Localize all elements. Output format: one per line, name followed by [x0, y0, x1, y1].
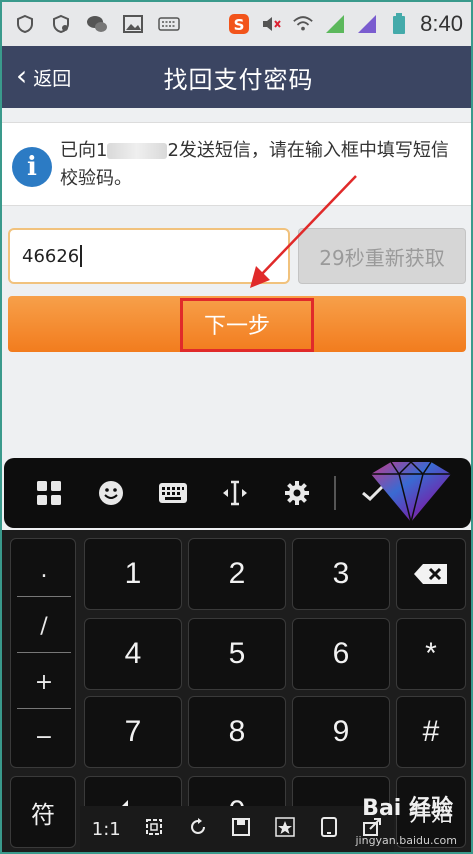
backspace-key[interactable] — [396, 538, 466, 610]
clock: 8:40 — [420, 11, 463, 36]
watermark-logo: Bai 经验 — [362, 796, 453, 821]
emoji-icon[interactable] — [80, 480, 142, 506]
keyboard-icon — [158, 14, 180, 34]
ratio-label[interactable]: 1:1 — [92, 819, 121, 840]
key-3[interactable]: 3 — [292, 538, 390, 610]
save-icon[interactable] — [231, 817, 251, 842]
key-5[interactable]: 5 — [188, 618, 286, 690]
phone-screen: S 8:40 ‹ 返回 找回支付密码 i 已向1 2发送短信，请在输入框中填写短… — [0, 0, 473, 854]
text-caret — [80, 245, 83, 267]
info-text-before: 已向1 — [60, 140, 108, 161]
info-icon: i — [12, 147, 52, 187]
chevron-left-icon: ‹ — [16, 58, 28, 92]
signal-icon — [324, 14, 346, 34]
wifi-icon — [292, 14, 314, 34]
battery-icon — [388, 13, 410, 34]
keyboard-icon[interactable] — [142, 482, 204, 504]
shield-check-icon — [50, 14, 72, 34]
status-bar: S 8:40 — [2, 2, 471, 46]
key-1[interactable]: 1 — [84, 538, 182, 610]
symbol-key-dot[interactable]: . — [17, 545, 71, 597]
key-7[interactable]: 7 — [84, 696, 182, 768]
key-hash[interactable]: # — [396, 696, 466, 768]
symbol-key-minus[interactable]: − — [17, 711, 71, 763]
next-step-label: 下一步 — [203, 314, 270, 339]
key-star[interactable]: * — [396, 618, 466, 690]
back-button[interactable]: ‹ 返回 — [2, 58, 112, 92]
tablet-icon[interactable] — [319, 816, 339, 842]
symbol-switch-key[interactable]: 符 — [10, 776, 76, 848]
symbol-key-slash[interactable]: / — [17, 601, 71, 653]
symbol-column[interactable]: . / + − — [10, 538, 76, 768]
shield-icon — [14, 14, 36, 34]
info-message: 已向1 2发送短信，请在输入框中填写短信校验码。 — [60, 137, 460, 193]
title-bar: ‹ 返回 找回支付密码 — [2, 46, 471, 108]
backspace-icon — [414, 564, 447, 584]
bottom-toolbar: 1:1 — [80, 806, 394, 852]
rotate-icon[interactable] — [188, 817, 208, 842]
info-card: i 已向1 2发送短信，请在输入框中填写短信校验码。 — [2, 122, 471, 206]
keyboard-toolbar — [4, 458, 471, 528]
key-2[interactable]: 2 — [188, 538, 286, 610]
sogou-icon: S — [228, 14, 250, 34]
mute-icon — [260, 14, 282, 34]
main-content: i 已向1 2发送短信，请在输入框中填写短信校验码。 46626 29秒重新获取 … — [2, 108, 471, 458]
signal-icon — [356, 14, 378, 34]
key-9[interactable]: 9 — [292, 696, 390, 768]
key-4[interactable]: 4 — [84, 618, 182, 690]
key-6[interactable]: 6 — [292, 618, 390, 690]
cursor-icon[interactable] — [204, 480, 266, 506]
next-step-button[interactable]: 下一步 — [8, 296, 466, 352]
grid-icon[interactable] — [18, 480, 80, 506]
toolbar-divider — [334, 476, 336, 510]
svg-text:S: S — [234, 16, 245, 34]
resend-code-button[interactable]: 29秒重新获取 — [298, 228, 466, 284]
sms-code-input[interactable]: 46626 — [8, 228, 290, 284]
key-8[interactable]: 8 — [188, 696, 286, 768]
watermark-url: jingyan.baidu.com — [355, 834, 457, 847]
diamond-skin-icon — [371, 460, 451, 523]
back-label: 返回 — [33, 67, 72, 90]
wechat-icon — [86, 14, 108, 34]
crop-icon[interactable] — [144, 817, 164, 842]
redacted-phone-number — [107, 143, 168, 159]
star-icon[interactable] — [275, 816, 295, 842]
gear-icon[interactable] — [266, 480, 328, 506]
image-icon — [122, 14, 144, 34]
symbol-key-plus[interactable]: + — [17, 657, 71, 709]
sms-code-value: 46626 — [22, 245, 80, 267]
